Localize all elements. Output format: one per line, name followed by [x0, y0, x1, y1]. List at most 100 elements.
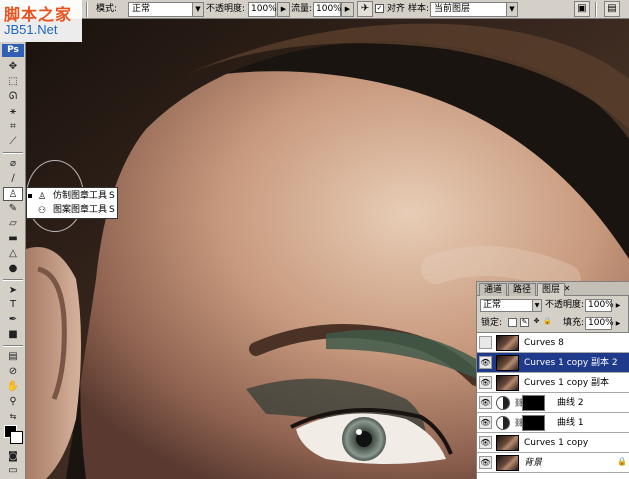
layer-mask-thumbnail[interactable] — [522, 395, 545, 411]
eye-icon[interactable]: 👁 — [479, 376, 492, 389]
toolbox: Ps ✥ ⬚ ᘏ ⚹ ⌗ ⟋ ⌀ ∕ ♙ ✎ ▱ ▬ △ ● ➤ T ✒ ■ ▤… — [0, 42, 26, 479]
blend-row: 正常 ▼ 不透明度: 100% ▶ — [477, 297, 629, 313]
layer-name: Curves 1 copy 副本 — [524, 378, 610, 388]
pattern-stamp-menu-item[interactable]: ⚇ 图案图章工具 S — [29, 203, 117, 217]
airbrush-icon: ✈ — [360, 3, 370, 14]
flow-slider-button[interactable]: ▶ — [341, 2, 354, 17]
watermark-url: JB51.Net — [4, 22, 58, 37]
visibility-toggle[interactable] — [479, 336, 492, 349]
layer-name: 背景 — [524, 458, 543, 468]
layer-name: 曲线 2 — [557, 398, 584, 408]
opacity-slider-button[interactable]: ▶ — [277, 2, 290, 17]
eye-icon[interactable]: 👁 — [479, 456, 492, 469]
brush-tool-icon[interactable]: ∕ — [3, 172, 23, 186]
gradient-tool-icon[interactable]: ▬ — [3, 232, 23, 246]
toolbox-separator — [3, 152, 23, 154]
crop-tool-icon[interactable]: ⌗ — [3, 120, 23, 134]
menu-item-shortcut: S — [109, 191, 115, 201]
triangle-right-icon[interactable]: ▶ — [614, 299, 622, 312]
move-tool-icon[interactable]: ✥ — [3, 60, 23, 74]
lock-transparency-icon[interactable] — [508, 318, 517, 327]
layers-panel: 通道 路径 图层 ✕ 正常 ▼ 不透明度: 100% ▶ 锁定: ✎ ✥ 🔒 填… — [476, 281, 629, 479]
type-tool-icon[interactable]: T — [3, 298, 23, 312]
menu-item-label: 仿制图章工具 — [53, 191, 108, 201]
sample-select[interactable]: 当前图层 ▼ — [430, 2, 518, 17]
pen-tool-icon[interactable]: ✒ — [3, 313, 23, 327]
layer-row[interactable]: 👁 ⛓ 曲线 1 — [477, 413, 629, 433]
screen-mode-icon[interactable]: ▭ — [3, 464, 23, 478]
fill-input[interactable]: 100% — [585, 317, 614, 330]
layer-opacity-input[interactable]: 100% — [585, 299, 614, 312]
history-brush-tool-icon[interactable]: ✎ — [3, 202, 23, 216]
opacity-label: 不透明度: — [545, 300, 585, 310]
layer-name: Curves 8 — [524, 338, 564, 348]
magic-wand-tool-icon[interactable]: ⚹ — [3, 105, 23, 119]
healing-brush-tool-icon[interactable]: ⌀ — [3, 157, 23, 171]
eye-icon[interactable]: 👁 — [479, 356, 492, 369]
link-icon[interactable]: ⛓ — [514, 417, 524, 429]
lock-position-icon[interactable]: ✥ — [532, 318, 541, 327]
layer-thumbnail — [496, 335, 519, 351]
dodge-tool-icon[interactable]: ● — [3, 262, 23, 276]
background-color-swatch[interactable] — [10, 431, 23, 444]
aligned-label: 对齐 — [386, 4, 405, 14]
layer-list[interactable]: Curves 8 👁 Curves 1 copy 副本 2 👁 Curves 1… — [477, 332, 629, 479]
eye-icon[interactable]: 👁 — [479, 396, 492, 409]
swap-colors-icon[interactable]: ⇆ — [3, 410, 23, 424]
quick-mask-icon[interactable]: ◙ — [3, 450, 23, 464]
tab-channels[interactable]: 通道 — [479, 283, 508, 296]
workspace-icon: ▤ — [607, 3, 617, 14]
layer-row[interactable]: 👁 背景 🔒 — [477, 453, 629, 473]
notes-tool-icon[interactable]: ▤ — [3, 350, 23, 364]
toolbar-separator — [595, 2, 597, 17]
photoshop-logo[interactable]: Ps — [2, 44, 24, 57]
layer-row[interactable]: 👁 Curves 1 copy 副本 — [477, 373, 629, 393]
shape-tool-icon[interactable]: ■ — [3, 328, 23, 342]
lasso-tool-icon[interactable]: ᘏ — [3, 90, 23, 104]
lock-label: 锁定: — [481, 318, 503, 328]
close-icon[interactable]: ✕ — [562, 284, 572, 294]
mode-select[interactable]: 正常 ▼ — [128, 2, 204, 17]
layer-thumbnail — [496, 435, 519, 451]
path-selection-tool-icon[interactable]: ➤ — [3, 284, 23, 298]
lock-row: 锁定: ✎ ✥ 🔒 填充: 100% ▶ — [477, 315, 629, 331]
triangle-right-icon[interactable]: ▶ — [614, 317, 622, 330]
layer-row[interactable]: Curves 8 — [477, 333, 629, 353]
layer-row[interactable]: 👁 Curves 1 copy — [477, 433, 629, 453]
tab-layers[interactable]: 图层 — [537, 283, 566, 296]
flow-input[interactable]: 100% — [313, 2, 342, 17]
hand-tool-icon[interactable]: ✋ — [3, 380, 23, 394]
opacity-label: 不透明度: — [206, 4, 246, 14]
tab-paths[interactable]: 路径 — [508, 283, 537, 296]
clone-stamp-menu-item[interactable]: ♙ 仿制图章工具 S — [28, 189, 117, 203]
layer-mask-thumbnail[interactable] — [522, 415, 545, 431]
eye-icon[interactable]: 👁 — [479, 416, 492, 429]
eye-icon[interactable]: 👁 — [479, 436, 492, 449]
layer-row[interactable]: 👁 Curves 1 copy 副本 2 — [477, 353, 629, 373]
lock-all-icon[interactable]: 🔒 — [543, 318, 552, 327]
lock-pixels-icon[interactable]: ✎ — [520, 318, 529, 327]
eyedropper-tool-icon[interactable]: ⊘ — [3, 365, 23, 379]
menu-item-shortcut: S — [109, 205, 115, 215]
pattern-stamp-icon: ⚇ — [37, 206, 47, 216]
marquee-tool-icon[interactable]: ⬚ — [3, 75, 23, 89]
site-watermark: 脚本之家 JB51.Net — [0, 0, 82, 42]
selected-dot-icon — [28, 194, 32, 198]
layer-row[interactable]: 👁 ⛓ 曲线 2 — [477, 393, 629, 413]
clone-stamp-tool-icon[interactable]: ♙ — [3, 187, 23, 201]
zoom-tool-icon[interactable]: ⚲ — [3, 395, 23, 409]
blur-tool-icon[interactable]: △ — [3, 247, 23, 261]
layer-name: Curves 1 copy 副本 2 — [524, 358, 618, 368]
toggle-brushes-panel-button[interactable]: ▣ — [574, 1, 590, 17]
blend-mode-value: 正常 — [483, 300, 502, 310]
slice-tool-icon[interactable]: ⟋ — [3, 135, 23, 149]
airbrush-toggle[interactable]: ✈ — [357, 1, 373, 17]
eraser-tool-icon[interactable]: ▱ — [3, 217, 23, 231]
toolbar-separator — [86, 2, 88, 17]
aligned-checkbox[interactable]: ✓ 对齐 — [375, 2, 405, 17]
chevron-down-icon: ▼ — [506, 3, 517, 16]
workspace-button[interactable]: ▤ — [604, 1, 620, 17]
blend-mode-select[interactable]: 正常 ▼ — [480, 299, 542, 312]
opacity-input[interactable]: 100% — [248, 2, 277, 17]
link-icon[interactable]: ⛓ — [514, 397, 524, 409]
